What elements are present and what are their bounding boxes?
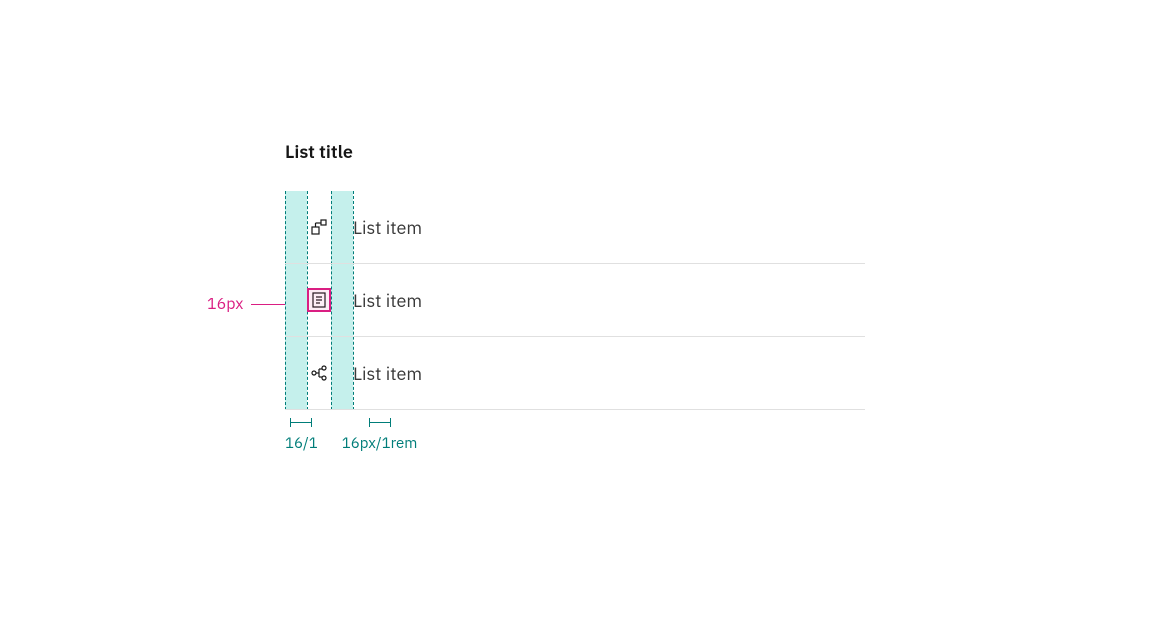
list-item-label: List item <box>353 362 422 385</box>
list: List item List item <box>285 191 865 410</box>
list-item-label: List item <box>353 289 422 312</box>
list-title: List title <box>285 140 865 163</box>
bracket-line <box>290 418 312 428</box>
document-icon <box>307 288 331 312</box>
list-item-label: List item <box>353 216 422 239</box>
connections-icon <box>307 361 331 385</box>
spacing-labels: 16/1 16px/1rem <box>285 418 417 453</box>
bracket-line <box>369 418 391 428</box>
spec-diagram: List title 16px <box>285 140 865 410</box>
workspace-icon <box>307 215 331 239</box>
icon-size-label: 16px <box>207 294 243 314</box>
padding-bracket: 16/1 <box>285 418 318 453</box>
list-wrapper: 16px <box>285 191 865 410</box>
list-item: List item <box>285 191 865 264</box>
gap-label: 16px/1rem <box>342 434 418 453</box>
padding-label: 16/1 <box>285 434 318 453</box>
list-item: List item <box>285 337 865 410</box>
gap-bracket: 16px/1rem <box>342 418 418 453</box>
list-item: List item <box>285 264 865 337</box>
